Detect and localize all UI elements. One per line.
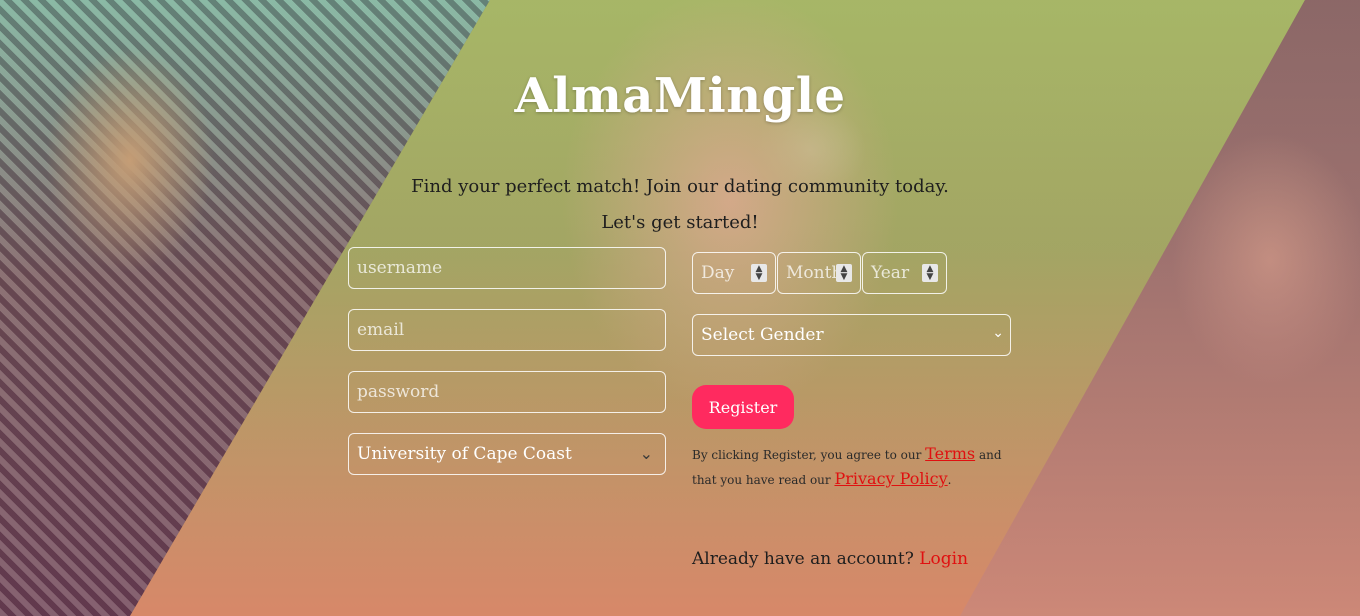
- terms-suffix: .: [947, 473, 952, 487]
- terms-prefix: By clicking Register, you agree to our: [692, 448, 922, 462]
- register-button[interactable]: Register: [692, 385, 794, 429]
- login-prompt: Already have an account?: [692, 549, 914, 569]
- hero-tagline: Find your perfect match! Join our dating…: [411, 176, 949, 197]
- day-spinner-icon[interactable]: ▲ ▼: [751, 264, 767, 282]
- birth-day-placeholder: Day: [701, 263, 735, 283]
- username-input[interactable]: [348, 247, 666, 289]
- chevron-down-icon: ⌄: [639, 444, 653, 463]
- birth-day-input[interactable]: Day ▲ ▼: [692, 252, 776, 294]
- gender-select-value: Select Gender: [701, 325, 824, 345]
- birth-month-placeholder: Month: [786, 263, 843, 283]
- privacy-policy-link[interactable]: Privacy Policy: [834, 469, 947, 488]
- brand-title: AlmaMingle: [514, 68, 846, 124]
- birth-year-input[interactable]: Year ▲ ▼: [862, 252, 947, 294]
- year-spinner-icon[interactable]: ▲ ▼: [922, 264, 938, 282]
- hero-subline: Let's get started!: [601, 212, 759, 233]
- school-select-value: University of Cape Coast: [357, 444, 572, 464]
- school-select[interactable]: University of Cape Coast ⌄: [348, 433, 666, 475]
- login-prompt-line: Already have an account? Login: [692, 549, 968, 569]
- chevron-down-icon: ⌄: [992, 325, 1004, 341]
- login-link[interactable]: Login: [919, 549, 968, 569]
- gender-select[interactable]: Select Gender ⌄: [692, 314, 1011, 356]
- password-input[interactable]: [348, 371, 666, 413]
- month-spinner-icon[interactable]: ▲ ▼: [836, 264, 852, 282]
- birth-month-input[interactable]: Month ▲ ▼: [777, 252, 861, 294]
- terms-link[interactable]: Terms: [925, 444, 975, 463]
- email-input[interactable]: [348, 309, 666, 351]
- birth-year-placeholder: Year: [871, 263, 910, 283]
- terms-notice: By clicking Register, you agree to our T…: [692, 442, 1022, 492]
